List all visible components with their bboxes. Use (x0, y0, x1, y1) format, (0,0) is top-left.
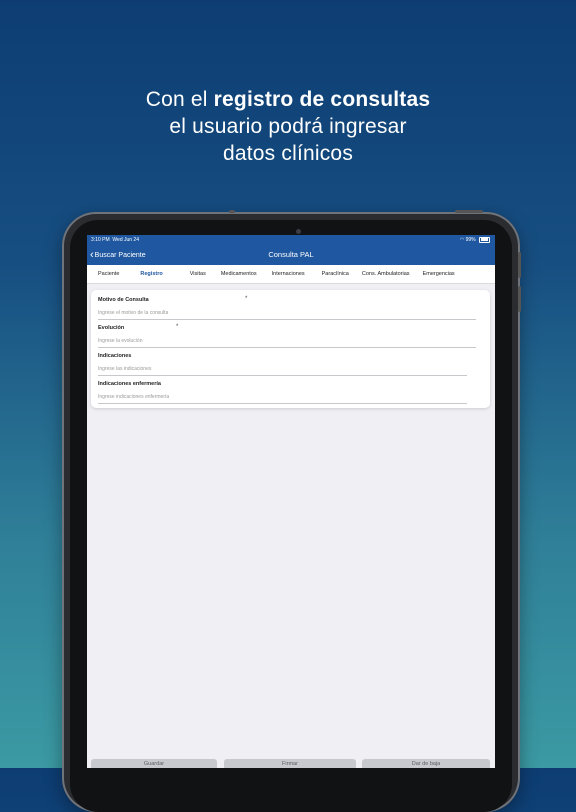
tablet-button (455, 210, 483, 213)
field-label: Indicaciones enfermería (98, 381, 161, 387)
evolucion-input[interactable]: Ingrese la evolución (98, 338, 476, 348)
tab-emergencias[interactable]: Emergencias (417, 265, 455, 283)
save-button[interactable]: Guardar (91, 759, 217, 768)
consultation-form-card: Motivo de Consulta * Ingrese el motivo d… (91, 290, 490, 408)
app-screen: 3:10 PM Wed Jun 24 ◠ 99% ‹Buscar Pacient… (87, 235, 495, 768)
headline-line-2: el usuario podrá ingresar (169, 115, 407, 138)
indicaciones-input[interactable]: Ingrese las indicaciones (98, 366, 467, 376)
promo-headline: Con el registro de consultas el usuario … (0, 86, 576, 167)
battery-percent: 99% (465, 237, 476, 243)
status-right: ◠ 99% (460, 235, 490, 245)
field-label: Motivo de Consulta (98, 297, 149, 303)
discharge-button[interactable]: Dar de baja (362, 759, 490, 768)
tab-paraclinica[interactable]: Paraclínica (312, 265, 356, 283)
field-indicaciones-enfermeria: Indicaciones enfermería Ingrese indicaci… (98, 381, 467, 404)
status-time-date: 3:10 PM Wed Jun 24 (91, 237, 139, 243)
battery-icon (479, 236, 490, 243)
sign-button[interactable]: Firmar (224, 759, 356, 768)
headline-line-1: Con el registro de consultas (145, 88, 431, 111)
tab-paciente[interactable]: Paciente (87, 265, 126, 283)
tab-registro[interactable]: Registro (126, 265, 169, 283)
field-label: Indicaciones (98, 353, 132, 359)
action-footer: Guardar Firmar Dar de baja (87, 756, 495, 768)
tablet-volume-button (518, 252, 521, 278)
tab-medicamentos[interactable]: Medicamentos (213, 265, 264, 283)
status-bar: 3:10 PM Wed Jun 24 ◠ 99% (87, 235, 495, 245)
required-mark: * (176, 324, 179, 330)
tab-internaciones[interactable]: Internaciones (264, 265, 312, 283)
tab-cons-ambulatorias[interactable]: Cons. Ambulatorias (356, 265, 417, 283)
camera-icon (296, 229, 301, 234)
headline-line-3: datos clínicos (222, 142, 354, 165)
wifi-icon: ◠ (459, 237, 465, 243)
motivo-consulta-input[interactable]: Ingrese el motivo de la consulta (98, 310, 476, 320)
indicaciones-enfermeria-input[interactable]: Ingrese indicaciones enfermería (98, 394, 467, 404)
field-indicaciones: Indicaciones Ingrese las indicaciones (98, 353, 467, 376)
nav-bar: ‹Buscar Paciente Consulta PAL (87, 245, 495, 265)
field-label: Evolución (98, 325, 125, 331)
nav-title: Consulta PAL (268, 250, 314, 259)
required-mark: * (245, 296, 248, 302)
tablet-volume-button (518, 286, 521, 312)
field-evolucion: Evolución * Ingrese la evolución (98, 324, 476, 348)
field-motivo-consulta: Motivo de Consulta * Ingrese el motivo d… (98, 296, 476, 320)
tablet-button (229, 210, 235, 213)
tab-bar: Paciente Registro Visitas Medicamentos I… (87, 265, 495, 284)
tab-visitas[interactable]: Visitas (170, 265, 213, 283)
headline-bold: registro de consultas (213, 88, 431, 111)
